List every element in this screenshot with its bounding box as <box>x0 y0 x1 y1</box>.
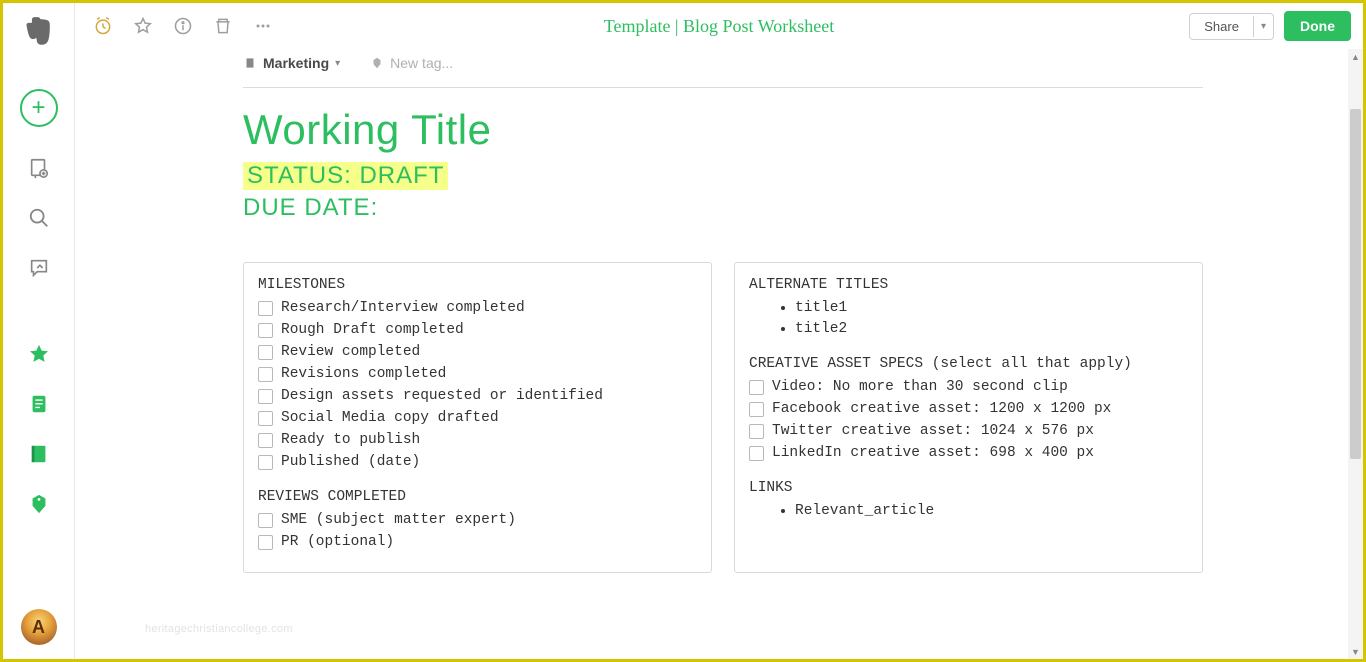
scroll-down-icon[interactable]: ▼ <box>1348 644 1363 659</box>
checklist-label: Rough Draft completed <box>281 320 464 341</box>
checkbox[interactable] <box>258 455 273 470</box>
watermark: heritagechristiancollege.com <box>145 623 293 635</box>
tag-icon <box>370 56 384 70</box>
milestones-card: MILESTONES Research/Interview completed … <box>243 262 712 573</box>
share-label: Share <box>1190 14 1253 39</box>
list-item: Relevant_article <box>795 501 1188 522</box>
links-list: Relevant_article <box>749 501 1188 522</box>
chevron-down-icon: ▾ <box>335 58 340 69</box>
tag-input[interactable]: New tag... <box>370 55 453 71</box>
checklist-item: PR (optional) <box>258 532 697 553</box>
share-button[interactable]: Share ▾ <box>1189 13 1274 40</box>
scrollbar[interactable]: ▲ ▼ <box>1348 49 1363 659</box>
notebooks-icon[interactable] <box>26 441 52 467</box>
checklist-label: PR (optional) <box>281 532 394 553</box>
scroll-thumb[interactable] <box>1350 109 1361 459</box>
checklist-label: Published (date) <box>281 452 420 473</box>
checklist-item: Social Media copy drafted <box>258 408 697 429</box>
alt-titles-list: title1 title2 <box>749 298 1188 340</box>
working-title[interactable]: Working Title <box>243 106 1363 154</box>
checkbox[interactable] <box>258 513 273 528</box>
checklist-label: LinkedIn creative asset: 698 x 400 px <box>772 443 1094 464</box>
checklist-label: Review completed <box>281 342 420 363</box>
reviews-heading: REVIEWS COMPLETED <box>258 487 697 508</box>
chevron-down-icon[interactable]: ▾ <box>1253 16 1273 37</box>
checkbox[interactable] <box>749 446 764 461</box>
checkbox[interactable] <box>258 367 273 382</box>
due-date-line[interactable]: DUE DATE: <box>243 194 1363 222</box>
avatar[interactable]: A <box>21 609 57 645</box>
info-icon[interactable] <box>167 10 199 42</box>
list-item: title2 <box>795 319 1188 340</box>
alternates-card: ALTERNATE TITLES title1 title2 CREATIVE … <box>734 262 1203 573</box>
shortcuts-icon[interactable] <box>26 155 52 181</box>
checklist-item: LinkedIn creative asset: 698 x 400 px <box>749 443 1188 464</box>
checklist-label: Revisions completed <box>281 364 446 385</box>
star-icon[interactable] <box>26 341 52 367</box>
alt-titles-heading: ALTERNATE TITLES <box>749 275 1188 296</box>
status-line[interactable]: STATUS: DRAFT <box>243 162 448 190</box>
checklist-label: Video: No more than 30 second clip <box>772 377 1068 398</box>
trash-icon[interactable] <box>207 10 239 42</box>
checkbox[interactable] <box>258 389 273 404</box>
checkbox[interactable] <box>258 301 273 316</box>
checklist-item: Design assets requested or identified <box>258 386 697 407</box>
checkbox[interactable] <box>258 323 273 338</box>
avatar-initial: A <box>32 617 45 638</box>
new-note-button[interactable]: + <box>20 89 58 127</box>
checklist-item: Review completed <box>258 342 697 363</box>
divider <box>243 87 1203 88</box>
star-outline-icon[interactable] <box>127 10 159 42</box>
more-icon[interactable] <box>247 10 279 42</box>
search-icon[interactable] <box>26 205 52 231</box>
checklist-label: Design assets requested or identified <box>281 386 603 407</box>
checklist-item: Ready to publish <box>258 430 697 451</box>
checklist-label: Social Media copy drafted <box>281 408 499 429</box>
checklist-item: SME (subject matter expert) <box>258 510 697 531</box>
scroll-up-icon[interactable]: ▲ <box>1348 49 1363 64</box>
checklist-label: Research/Interview completed <box>281 298 525 319</box>
main-area: Template | Blog Post Worksheet Share ▾ D… <box>75 3 1363 659</box>
milestones-heading: MILESTONES <box>258 275 697 296</box>
checkbox[interactable] <box>258 433 273 448</box>
list-item: title1 <box>795 298 1188 319</box>
reminder-icon[interactable] <box>87 10 119 42</box>
note-title[interactable]: Template | Blog Post Worksheet <box>604 16 835 37</box>
checklist-label: Ready to publish <box>281 430 420 451</box>
sidebar: + A <box>3 3 75 659</box>
checkbox[interactable] <box>258 535 273 550</box>
checkbox[interactable] <box>749 402 764 417</box>
notebook-name: Marketing <box>263 55 329 71</box>
checklist-item: Twitter creative asset: 1024 x 576 px <box>749 421 1188 442</box>
checklist-item: Revisions completed <box>258 364 697 385</box>
checklist-item: Video: No more than 30 second clip <box>749 377 1188 398</box>
workchat-icon[interactable] <box>26 255 52 281</box>
checklist-item: Facebook creative asset: 1200 x 1200 px <box>749 399 1188 420</box>
notebook-icon <box>243 56 257 70</box>
checkbox[interactable] <box>749 424 764 439</box>
checklist-label: Facebook creative asset: 1200 x 1200 px <box>772 399 1111 420</box>
notes-icon[interactable] <box>26 391 52 417</box>
links-heading: LINKS <box>749 478 1188 499</box>
specs-heading: CREATIVE ASSET SPECS (select all that ap… <box>749 354 1188 375</box>
checklist-label: SME (subject matter expert) <box>281 510 516 531</box>
notebook-selector[interactable]: Marketing ▾ <box>243 55 340 71</box>
checklist-item: Rough Draft completed <box>258 320 697 341</box>
tag-placeholder: New tag... <box>390 55 453 71</box>
checkbox[interactable] <box>258 411 273 426</box>
done-button[interactable]: Done <box>1284 11 1351 41</box>
checkbox[interactable] <box>749 380 764 395</box>
meta-row: Marketing ▾ New tag... <box>75 49 1363 77</box>
topbar: Template | Blog Post Worksheet Share ▾ D… <box>75 3 1363 49</box>
checklist-item: Research/Interview completed <box>258 298 697 319</box>
tags-icon[interactable] <box>26 491 52 517</box>
checklist-item: Published (date) <box>258 452 697 473</box>
checkbox[interactable] <box>258 345 273 360</box>
note-body[interactable]: Working Title STATUS: DRAFT DUE DATE: MI… <box>75 77 1363 659</box>
checklist-label: Twitter creative asset: 1024 x 576 px <box>772 421 1094 442</box>
evernote-logo <box>22 15 56 49</box>
